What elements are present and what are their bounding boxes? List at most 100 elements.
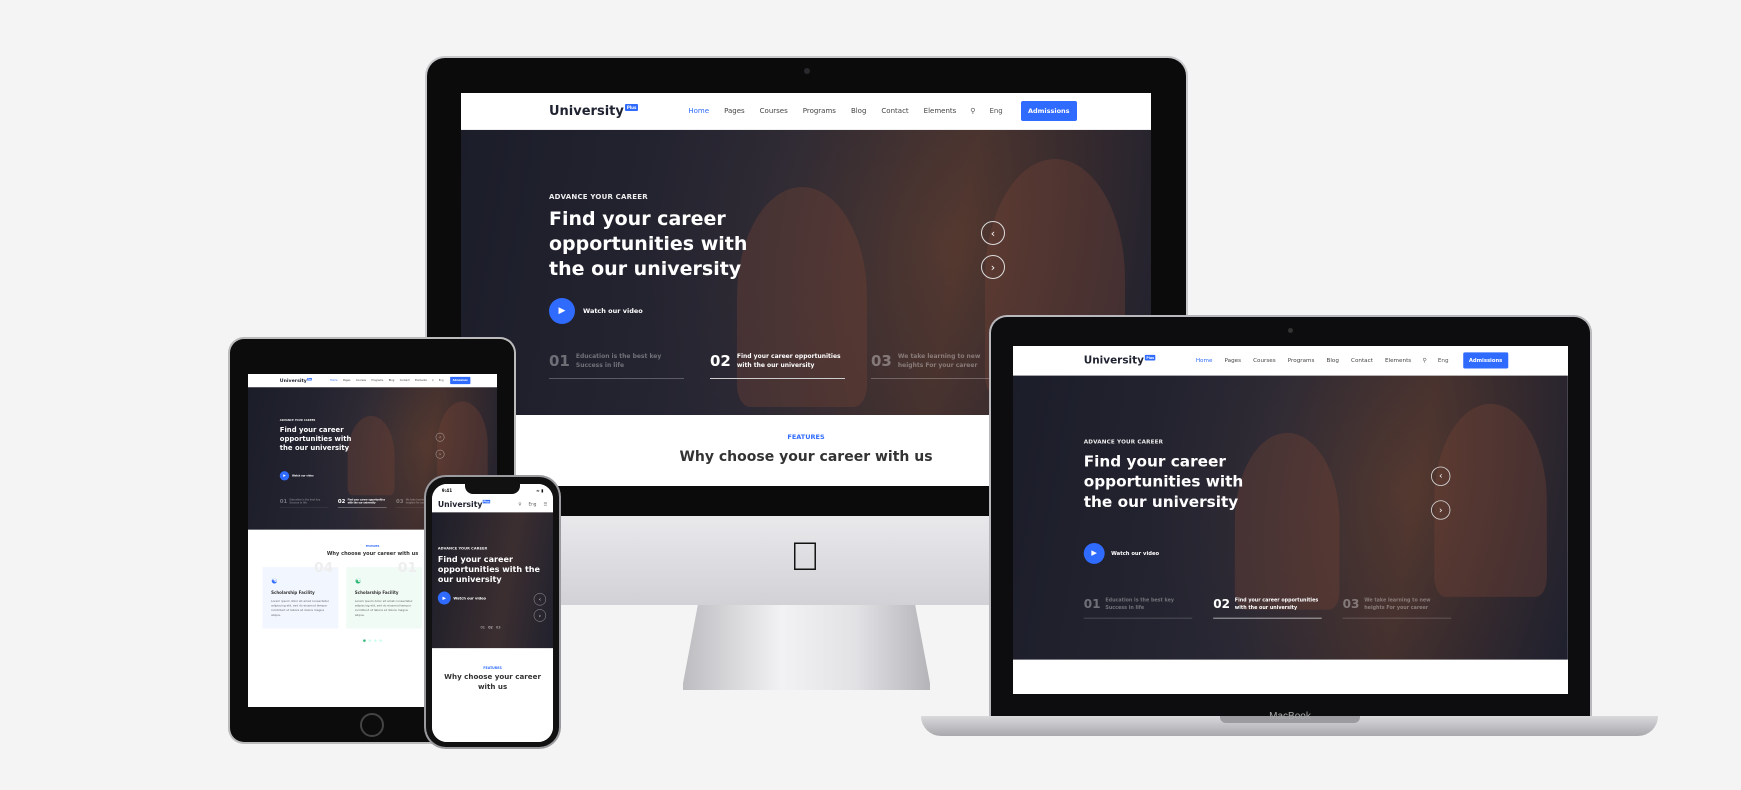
apple-logo-icon:  bbox=[790, 535, 820, 580]
play-icon: ▶ bbox=[437, 591, 451, 605]
menu-blog[interactable]: Blog bbox=[851, 107, 866, 115]
wifi-battery-icon: ≈ ▮ bbox=[536, 488, 544, 494]
watch-video-button[interactable]: ▶ Watch our video bbox=[1083, 543, 1159, 565]
main-menu: Home Pages Courses Programs Blog Contact… bbox=[330, 379, 427, 382]
language-selector[interactable]: Eng bbox=[989, 107, 1002, 115]
prev-slide-button[interactable]: ‹ bbox=[1431, 466, 1451, 486]
watch-video-button[interactable]: ▶ Watch our video bbox=[279, 471, 314, 481]
scholarship-icon: ☯ bbox=[271, 576, 278, 586]
main-menu: Home Pages Courses Programs Blog Contact… bbox=[688, 107, 956, 115]
menu-home[interactable]: Home bbox=[330, 379, 337, 382]
prev-slide-button[interactable]: ‹ bbox=[533, 593, 547, 606]
site-navbar: UniversityPlus Home Pages Courses Progra… bbox=[461, 93, 1151, 130]
slide-tab-1[interactable]: 01 Education is the best key Success in l… bbox=[1083, 597, 1193, 619]
hero-photo-2 bbox=[1434, 404, 1548, 598]
features-section: FEATURES Why choose your career with us bbox=[432, 648, 553, 692]
menu-blog[interactable]: Blog bbox=[1327, 357, 1339, 363]
features-title: Why choose your career with us bbox=[444, 672, 541, 691]
slide-numbers[interactable]: 01 02 03 bbox=[480, 625, 500, 629]
slide-tab-1[interactable]: 01 Education is the best key Success in l… bbox=[549, 352, 684, 380]
imac-stand bbox=[683, 605, 930, 690]
hero-title: Find your career opportunities with the … bbox=[437, 554, 541, 585]
play-icon: ▶ bbox=[279, 471, 290, 481]
logo-badge: Plus bbox=[1144, 354, 1156, 361]
menu-courses[interactable]: Courses bbox=[1253, 357, 1276, 363]
site-navbar: UniversityPlus Home Pages Courses Progra… bbox=[248, 374, 497, 388]
next-slide-button[interactable]: › bbox=[533, 609, 547, 622]
camera bbox=[804, 68, 810, 74]
search-icon[interactable]: ⚲ bbox=[970, 107, 975, 115]
search-icon[interactable]: ⚲ bbox=[432, 379, 434, 382]
watch-video-label: Watch our video bbox=[292, 474, 314, 478]
menu-elements[interactable]: Elements bbox=[1385, 357, 1411, 363]
feature-card[interactable]: 01 ☯ Scholarship Facility Lorem ipsum dolor… bbox=[346, 559, 423, 629]
play-icon: ▶ bbox=[549, 298, 575, 325]
slide-tab-2[interactable]: 02 Find your career opportunities with th… bbox=[337, 498, 387, 509]
home-button bbox=[360, 713, 384, 737]
hero-title: Find your career opportunities with the … bbox=[279, 426, 352, 453]
language-selector[interactable]: Eng bbox=[528, 502, 536, 507]
site-navbar: UniversityPlus Home Pages Courses Progra… bbox=[1013, 346, 1568, 376]
admissions-button[interactable]: Admissions bbox=[1463, 352, 1509, 369]
hero-eyebrow: ADVANCE YOUR CAREER bbox=[549, 192, 648, 201]
menu-contact[interactable]: Contact bbox=[881, 107, 908, 115]
menu-courses[interactable]: Courses bbox=[760, 107, 788, 115]
hero-slider: ADVANCE YOUR CAREER Find your career opp… bbox=[1013, 375, 1568, 660]
language-selector[interactable]: Eng bbox=[439, 379, 444, 382]
slide-tabs: 01 Education is the best key Success in l… bbox=[549, 352, 1006, 380]
menu-elements[interactable]: Elements bbox=[924, 107, 957, 115]
search-icon[interactable]: ⚲ bbox=[1422, 357, 1426, 363]
iphone-notch bbox=[465, 484, 520, 494]
admissions-button[interactable]: Admissions bbox=[1020, 101, 1077, 121]
hero-eyebrow: ADVANCE YOUR CAREER bbox=[279, 418, 316, 422]
hero-title: Find your career opportunities with the … bbox=[549, 207, 748, 280]
menu-pages[interactable]: Pages bbox=[1225, 357, 1242, 363]
menu-home[interactable]: Home bbox=[688, 107, 709, 115]
menu-pages[interactable]: Pages bbox=[343, 379, 350, 382]
iphone-screen: 9:41 ≈ ▮ UniversityPlus ⚲ Eng ☰ ADVANCE YOU… bbox=[432, 484, 553, 742]
site-logo[interactable]: UniversityPlus bbox=[1084, 354, 1156, 367]
menu-courses[interactable]: Courses bbox=[356, 379, 366, 382]
slide-tab-3[interactable]: 03 We take learning to new heights For yo… bbox=[1342, 597, 1452, 619]
slide-tab-1[interactable]: 01 Education is the best key Success in l… bbox=[279, 498, 329, 509]
menu-home[interactable]: Home bbox=[1196, 357, 1213, 363]
watch-video-button[interactable]: ▶ Watch our video bbox=[437, 591, 486, 605]
camera bbox=[1288, 328, 1293, 333]
slide-tab-2[interactable]: 02 Find your career opportunities with th… bbox=[710, 352, 845, 380]
feature-card[interactable]: 04 ☯ Scholarship Facility Lorem ipsum dolor… bbox=[262, 559, 339, 629]
watch-video-label: Watch our video bbox=[583, 307, 643, 316]
hero-eyebrow: ADVANCE YOUR CAREER bbox=[1083, 438, 1164, 445]
site-logo[interactable]: UniversityPlus bbox=[549, 103, 639, 119]
website-mobile: 9:41 ≈ ▮ UniversityPlus ⚲ Eng ☰ ADVANCE YOU… bbox=[432, 484, 553, 742]
menu-contact[interactable]: Contact bbox=[1351, 357, 1373, 363]
hero-eyebrow: ADVANCE YOUR CAREER bbox=[437, 546, 488, 551]
play-icon: ▶ bbox=[1083, 543, 1105, 565]
admissions-button[interactable]: Admissions bbox=[450, 376, 471, 385]
menu-programs[interactable]: Programs bbox=[371, 379, 383, 382]
macbook-screen: University Plus Home Pages Courses Progra… bbox=[1013, 346, 1568, 694]
menu-pages[interactable]: Pages bbox=[724, 107, 745, 115]
card-body: Lorem ipsum dolor sit amet consectetur a… bbox=[354, 599, 413, 617]
card-body: Lorem ipsum dolor sit amet consectetur a… bbox=[271, 599, 329, 617]
menu-elements[interactable]: Elements bbox=[415, 379, 427, 382]
prev-slide-button[interactable]: ‹ bbox=[435, 432, 445, 442]
search-icon[interactable]: ⚲ bbox=[518, 502, 521, 507]
menu-contact[interactable]: Contact bbox=[400, 379, 410, 382]
hamburger-menu-icon[interactable]: ☰ bbox=[544, 502, 548, 507]
watch-video-button[interactable]: ▶ Watch our video bbox=[549, 298, 643, 325]
site-logo[interactable]: UniversityPlus bbox=[438, 499, 491, 509]
slide-tab-2[interactable]: 02 Find your career opportunities with th… bbox=[1213, 597, 1322, 619]
site-logo[interactable]: UniversityPlus bbox=[280, 377, 313, 383]
slide-tab-3[interactable]: 03 We take learning to new heights For yo… bbox=[871, 352, 1006, 380]
scholarship-icon: ☯ bbox=[354, 576, 362, 586]
mobile-navbar: UniversityPlus ⚲ Eng ☰ bbox=[432, 496, 553, 513]
macbook-label: MacBook bbox=[1269, 711, 1311, 722]
card-number: 04 bbox=[314, 559, 334, 576]
slide-tabs: 01 Education is the best key Success in l… bbox=[279, 498, 445, 509]
language-selector[interactable]: Eng bbox=[1438, 357, 1449, 363]
menu-blog[interactable]: Blog bbox=[389, 379, 395, 382]
prev-slide-button[interactable]: ‹ bbox=[981, 221, 1005, 246]
status-time: 9:41 bbox=[441, 488, 453, 494]
menu-programs[interactable]: Programs bbox=[1288, 357, 1315, 363]
menu-programs[interactable]: Programs bbox=[803, 107, 836, 115]
